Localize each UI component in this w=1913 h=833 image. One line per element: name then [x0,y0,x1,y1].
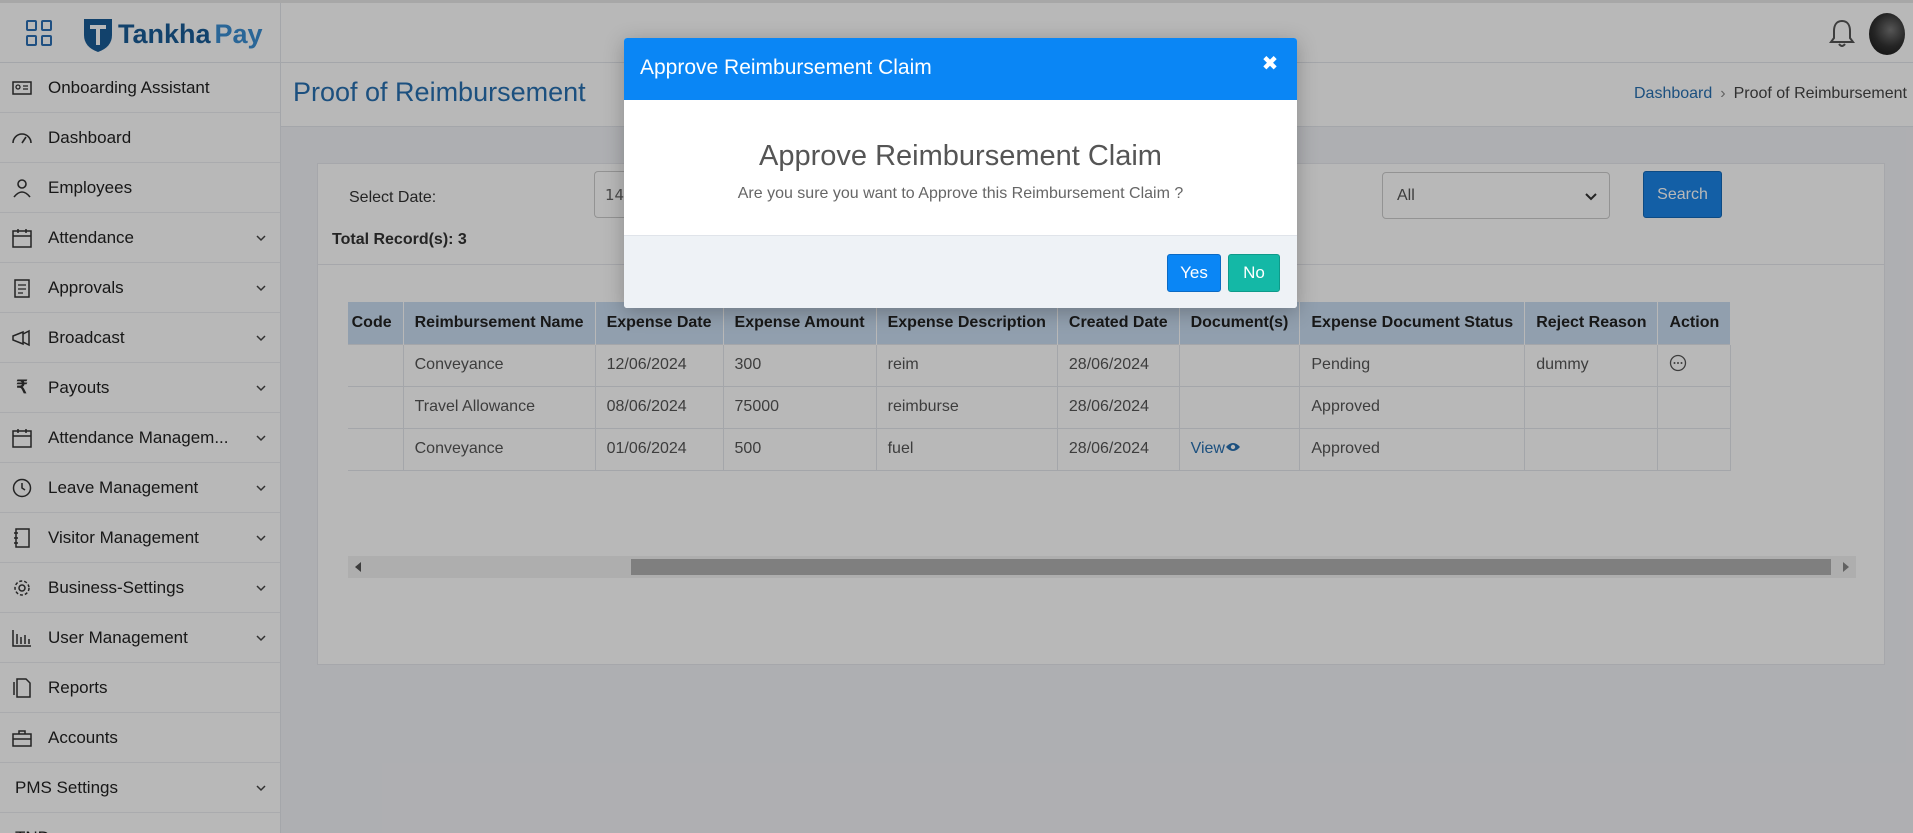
modal-message: Are you sure you want to Approve this Re… [737,185,1184,202]
modal-footer: Yes No [624,235,1297,308]
modal-body-title: Approve Reimbursement Claim [759,140,1162,172]
no-button[interactable]: No [1228,254,1280,292]
modal-body: Approve Reimbursement Claim Are you sure… [624,100,1297,235]
modal-header-title: Approve Reimbursement Claim [640,56,932,79]
modal-header: Approve Reimbursement Claim ✖ [624,38,1297,100]
close-icon[interactable]: ✖ [1259,52,1281,74]
approve-modal: Approve Reimbursement Claim ✖ Approve Re… [624,38,1297,308]
yes-button[interactable]: Yes [1167,254,1221,292]
